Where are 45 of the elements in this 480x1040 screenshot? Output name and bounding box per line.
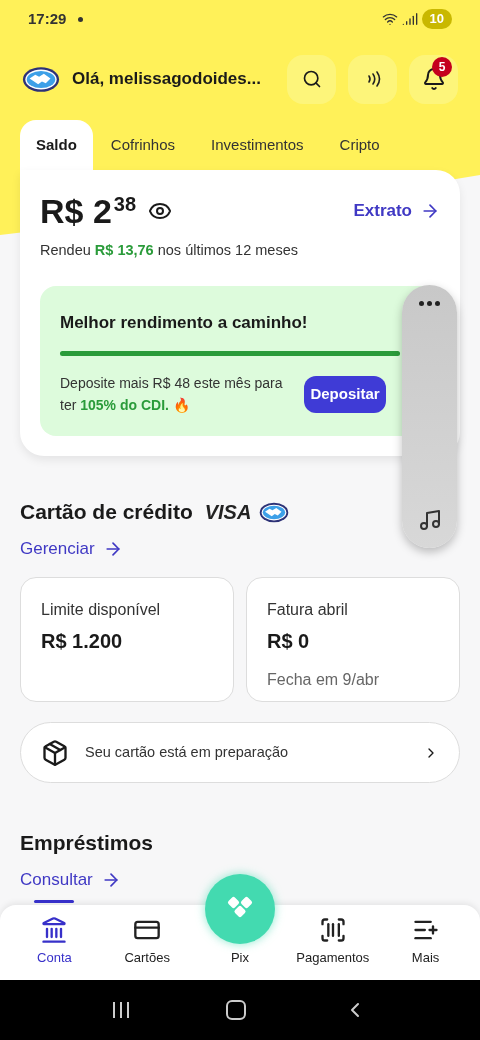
consult-link[interactable]: Consultar [20, 866, 121, 893]
nav-item[interactable]: Conta [8, 915, 101, 967]
nav-item[interactable]: Pagamentos [286, 915, 380, 967]
recent-apps-icon[interactable] [112, 1002, 129, 1018]
greeting: Olá, melissagodoides... [72, 68, 262, 91]
yield-text: Rendeu R$ 13,76 nos últimos 12 meses [40, 241, 299, 260]
deposit-button[interactable]: Depositar [304, 375, 386, 413]
info-value: R$ 0 [267, 629, 311, 655]
status-time: 17:29 [28, 8, 67, 29]
handshake-logo-icon [259, 501, 290, 523]
promo-text: Deposite mais R$ 48 este mês para ter 105% do CDI. 🔥 [60, 374, 284, 416]
package-icon [41, 738, 69, 767]
search-icon [301, 69, 322, 89]
handshake-logo-icon [22, 65, 60, 93]
section-title: Empréstimos [20, 830, 155, 857]
tab[interactable]: Cripto [321, 120, 398, 170]
info-value: R$ 1.200 [41, 629, 124, 655]
promo-title: Melhor rendimento a caminho! [60, 311, 309, 334]
section-title: Cartão de crédito [20, 499, 193, 526]
manage-link[interactable]: Gerenciar [20, 535, 123, 562]
more-icon[interactable] [419, 301, 440, 306]
tab[interactable]: Cofrinhos [92, 120, 194, 170]
nav-item[interactable]: Mais [379, 915, 472, 967]
nav-item[interactable]: Cartões [100, 915, 194, 967]
card-brand: VISA [204, 500, 252, 525]
info-label: Fatura abril [267, 600, 349, 621]
bank-icon [40, 915, 69, 944]
barcode-scan-icon [318, 915, 347, 944]
info-note: Fecha em 9/abr [267, 670, 381, 691]
nav-item[interactable]: Pix [193, 873, 287, 967]
wifi-icon [381, 11, 398, 27]
tab[interactable]: Saldo [20, 120, 93, 170]
info-label: Limite disponível [41, 600, 162, 621]
card-status-row[interactable]: Seu cartão está em preparação [20, 722, 460, 784]
balance-cents: 38 [113, 194, 137, 214]
music-note-icon[interactable] [417, 508, 442, 532]
info-card[interactable]: Fatura abril R$ 0 Fecha em 9/abr [246, 577, 460, 703]
notification-badge: 5 [432, 56, 452, 77]
tab[interactable]: Investimentos [193, 120, 322, 170]
home-icon[interactable] [226, 1000, 246, 1020]
active-indicator [34, 899, 75, 903]
statement-link[interactable]: Extrato [353, 198, 440, 224]
signal-icon [401, 11, 418, 27]
info-card[interactable]: Limite disponível R$ 1.200 [20, 577, 234, 703]
balance-amount: R$ 2 [40, 194, 112, 228]
